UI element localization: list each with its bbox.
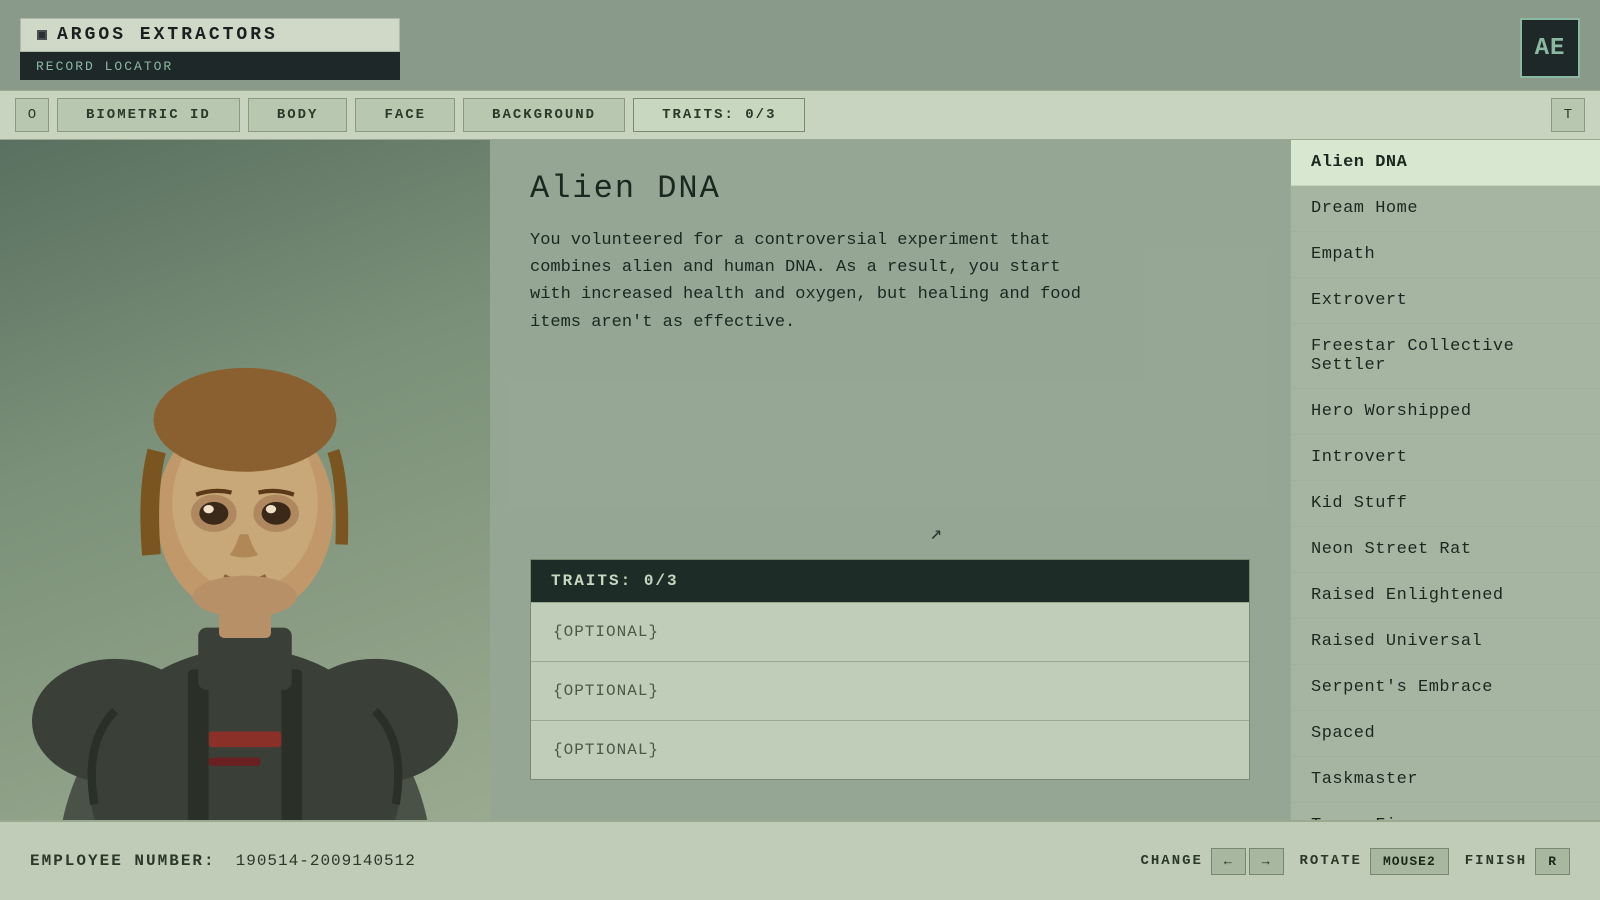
nav-right-label: T [1564, 107, 1572, 123]
ae-logo-text: AE [1535, 35, 1566, 62]
change-label: CHANGE [1140, 853, 1202, 869]
tab-body[interactable]: BODY [248, 98, 348, 132]
portrait-character [0, 160, 490, 820]
header: ARGOS EXTRACTORS RECORD LOCATOR [0, 0, 1600, 90]
record-locator-bar: RECORD LOCATOR [20, 52, 400, 80]
cursor-area: ↗ [930, 520, 942, 546]
app-title-bar: ARGOS EXTRACTORS [20, 18, 400, 52]
trait-item-extrovert[interactable]: Extrovert [1291, 278, 1600, 324]
trait-slot-2[interactable]: {OPTIONAL} [531, 661, 1249, 720]
finish-label: FINISH [1465, 853, 1527, 869]
trait-item-introvert[interactable]: Introvert [1291, 435, 1600, 481]
change-key-left[interactable]: ← [1211, 848, 1246, 875]
rotate-action: ROTATE MOUSE2 [1300, 848, 1449, 875]
trait-item-dream-home[interactable]: Dream Home [1291, 186, 1600, 232]
tab-biometric-id[interactable]: BIOMETRIC ID [57, 98, 240, 132]
trait-item-empath[interactable]: Empath [1291, 232, 1600, 278]
trait-item-kid-stuff[interactable]: Kid Stuff [1291, 481, 1600, 527]
tab-background[interactable]: BACKGROUND [463, 98, 625, 132]
main-content: Alien DNA You volunteered for a controve… [0, 140, 1600, 820]
cursor-icon: ↗ [930, 523, 942, 546]
traits-header: TRAITS: 0/3 [531, 560, 1249, 602]
traits-box: TRAITS: 0/3 {OPTIONAL} {OPTIONAL} {OPTIO… [530, 559, 1250, 780]
finish-action: FINISH R [1465, 848, 1570, 875]
trait-item-serpents-embrace[interactable]: Serpent's Embrace [1291, 665, 1600, 711]
change-key-right[interactable]: → [1249, 848, 1284, 875]
change-keys: ← → [1211, 848, 1284, 875]
trait-item-raised-universal[interactable]: Raised Universal [1291, 619, 1600, 665]
tab-face[interactable]: FACE [355, 98, 455, 132]
change-action: CHANGE ← → [1140, 848, 1283, 875]
bottom-bar: EMPLOYEE NUMBER: 190514-2009140512 CHANG… [0, 820, 1600, 900]
trait-description: You volunteered for a controversial expe… [530, 227, 1110, 336]
app-title: ARGOS EXTRACTORS [57, 25, 278, 45]
info-panel: Alien DNA You volunteered for a controve… [490, 140, 1290, 820]
traits-header-text: TRAITS: 0/3 [551, 572, 679, 590]
nav-tabs: O BIOMETRIC ID BODY FACE BACKGROUND TRAI… [0, 90, 1600, 140]
trait-item-freestar-collective-settler[interactable]: Freestar Collective Settler [1291, 324, 1600, 389]
nav-icon-right[interactable]: T [1551, 98, 1585, 132]
employee-label: EMPLOYEE NUMBER: [30, 852, 216, 870]
trait-item-hero-worshipped[interactable]: Hero Worshipped [1291, 389, 1600, 435]
rotate-key[interactable]: MOUSE2 [1370, 848, 1449, 875]
bottom-actions: CHANGE ← → ROTATE MOUSE2 FINISH R [1140, 848, 1570, 875]
rotate-label: ROTATE [1300, 853, 1362, 869]
finish-key[interactable]: R [1535, 848, 1570, 875]
trait-slot-3[interactable]: {OPTIONAL} [531, 720, 1249, 779]
title-dot [37, 30, 47, 40]
trait-slot-1[interactable]: {OPTIONAL} [531, 602, 1249, 661]
nav-left-label: O [28, 107, 36, 123]
trait-title: Alien DNA [530, 170, 1250, 207]
trait-list[interactable]: Alien DNADream HomeEmpathExtrovertFreest… [1290, 140, 1600, 820]
record-locator-text: RECORD LOCATOR [36, 59, 173, 74]
character-area [0, 140, 490, 820]
trait-item-taskmaster[interactable]: Taskmaster [1291, 757, 1600, 803]
trait-item-raised-enlightened[interactable]: Raised Enlightened [1291, 573, 1600, 619]
ae-logo: AE [1520, 18, 1580, 78]
logo-area: ARGOS EXTRACTORS RECORD LOCATOR [20, 18, 400, 80]
nav-icon-left[interactable]: O [15, 98, 49, 132]
tab-traits[interactable]: TRAITS: 0/3 [633, 98, 805, 132]
trait-item-terra-firma[interactable]: Terra Firma [1291, 803, 1600, 820]
trait-item-alien-dna[interactable]: Alien DNA [1291, 140, 1600, 186]
employee-number: 190514-2009140512 [236, 852, 416, 870]
trait-item-neon-street-rat[interactable]: Neon Street Rat [1291, 527, 1600, 573]
trait-item-spaced[interactable]: Spaced [1291, 711, 1600, 757]
